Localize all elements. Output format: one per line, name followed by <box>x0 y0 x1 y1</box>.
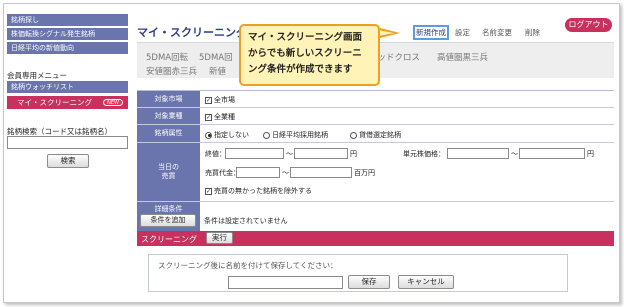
close-price-label: 終値： <box>205 150 226 158</box>
yen-unit: 円 <box>587 150 594 158</box>
new-badge: NEW <box>103 99 123 106</box>
no-conditions-text: 条件は設定されていません <box>204 217 288 225</box>
attribute-row: 銘柄属性 指定しない 日経平均採用銘柄 貸借選定銘柄 <box>137 125 614 143</box>
turnover-min-input[interactable] <box>236 167 280 178</box>
market-row: 対象市場 ✓ 全市場 <box>137 91 614 108</box>
attribute-radio-margin[interactable]: 貸借選定銘柄 <box>350 130 401 140</box>
unit-price-label: 単元株価格： <box>403 150 445 158</box>
execute-button[interactable]: 実行 <box>206 232 233 244</box>
exclude-no-trade-checkbox[interactable]: ✓ 売買の無かった銘柄を除外する <box>205 186 312 196</box>
today-row: 当日の売買 終値： 〜 円 単元株価格： 〜 円 売買代金： 〜 百万円 ✓ 売買… <box>137 143 614 202</box>
industry-label: 対象業種 <box>137 108 200 124</box>
search-button[interactable]: 検索 <box>47 154 89 168</box>
attribute-label: 銘柄属性 <box>137 125 200 142</box>
preset-link[interactable]: 安値圏赤三兵 <box>146 65 197 77</box>
close-price-min-input[interactable] <box>225 148 284 159</box>
screening-form: 対象市場 ✓ 全市場 対象業種 ✓ 全業種 銘柄属性 指定しない 日経平均採用銘柄 … <box>137 90 614 231</box>
unit-price-min-input[interactable] <box>447 148 509 159</box>
save-button[interactable]: 保存 <box>348 275 390 289</box>
sidebar-item-label: マイ・スクリーニング <box>17 98 92 107</box>
sidebar-item-signal-stocks[interactable]: 株価転換シグナル発生銘柄 <box>7 28 128 41</box>
settings-link[interactable]: 設定 <box>455 27 470 38</box>
execute-bar: スクリーニング 実行 <box>137 231 614 246</box>
delete-link[interactable]: 削除 <box>525 27 540 38</box>
market-label: 対象市場 <box>137 91 200 107</box>
range-separator: 〜 <box>286 150 293 158</box>
check-icon: ✓ <box>205 96 212 104</box>
preset-link[interactable]: 5DMA回 <box>199 51 233 63</box>
range-separator: 〜 <box>511 150 518 158</box>
rename-link[interactable]: 名前変更 <box>482 27 512 38</box>
check-icon: ✓ <box>205 113 212 121</box>
attribute-radio-nikkei[interactable]: 日経平均採用銘柄 <box>263 130 328 140</box>
preset-link[interactable]: 高値圏黒三兵 <box>437 51 488 63</box>
preset-link[interactable]: 5DMA回転 <box>146 51 188 63</box>
unit-price-max-input[interactable] <box>519 148 585 159</box>
close-price-max-input[interactable] <box>294 148 348 159</box>
detail-label-cell: 詳細条件 条件を追加 <box>137 202 200 231</box>
cancel-button[interactable]: キャンセル <box>398 275 454 289</box>
detail-row: 詳細条件 条件を追加 条件は設定されていません <box>137 202 614 231</box>
tooltip-callout: マイ・スクリーニング画面からでも新しいスクリーニング条件が作成できます <box>239 24 380 86</box>
sidebar-item-my-screening[interactable]: マイ・スクリーニング NEW <box>7 96 128 109</box>
sidebar-item-nikkei-trend[interactable]: 日経平均の新値動向 <box>7 42 128 55</box>
save-panel: スクリーニング後に名前を付けて保存してください： 保存 キャンセル <box>148 254 568 292</box>
yen-unit: 円 <box>350 150 357 158</box>
radio-selected-icon <box>205 131 212 139</box>
sidebar-item-watchlist[interactable]: 銘柄ウォッチリスト <box>7 81 128 94</box>
add-condition-button[interactable]: 条件を追加 <box>140 214 196 227</box>
check-icon: ✓ <box>205 187 212 195</box>
screening-label: スクリーニング <box>141 235 197 244</box>
callout-arrow-inner <box>378 30 394 36</box>
turnover-max-input[interactable] <box>290 167 352 178</box>
today-label: 当日の売買 <box>137 143 200 201</box>
attribute-radio-none[interactable]: 指定しない <box>205 130 249 140</box>
industry-row: 対象業種 ✓ 全業種 <box>137 108 614 125</box>
industry-checkbox[interactable]: ✓ 全業種 <box>205 112 235 122</box>
turnover-label: 売買代金： <box>205 169 240 177</box>
stock-search-input[interactable] <box>7 136 128 149</box>
logout-button[interactable]: ログアウト <box>565 18 612 32</box>
million-yen-unit: 百万円 <box>354 169 375 177</box>
radio-icon <box>263 131 270 139</box>
page-title: マイ・スクリーニング <box>137 26 247 39</box>
save-name-input[interactable] <box>228 276 343 289</box>
save-prompt: スクリーニング後に名前を付けて保存してください： <box>158 261 338 270</box>
new-create-link[interactable]: 新規作成 <box>413 25 449 40</box>
members-menu-heading: 会員専用メニュー <box>7 71 67 80</box>
sidebar-item-stock-search[interactable]: 銘柄探し <box>7 14 128 27</box>
range-separator: 〜 <box>282 169 289 177</box>
detail-label: 詳細条件 <box>154 205 183 213</box>
radio-icon <box>350 131 357 139</box>
market-checkbox[interactable]: ✓ 全市場 <box>205 95 235 105</box>
preset-link[interactable]: 新値 <box>209 65 226 77</box>
